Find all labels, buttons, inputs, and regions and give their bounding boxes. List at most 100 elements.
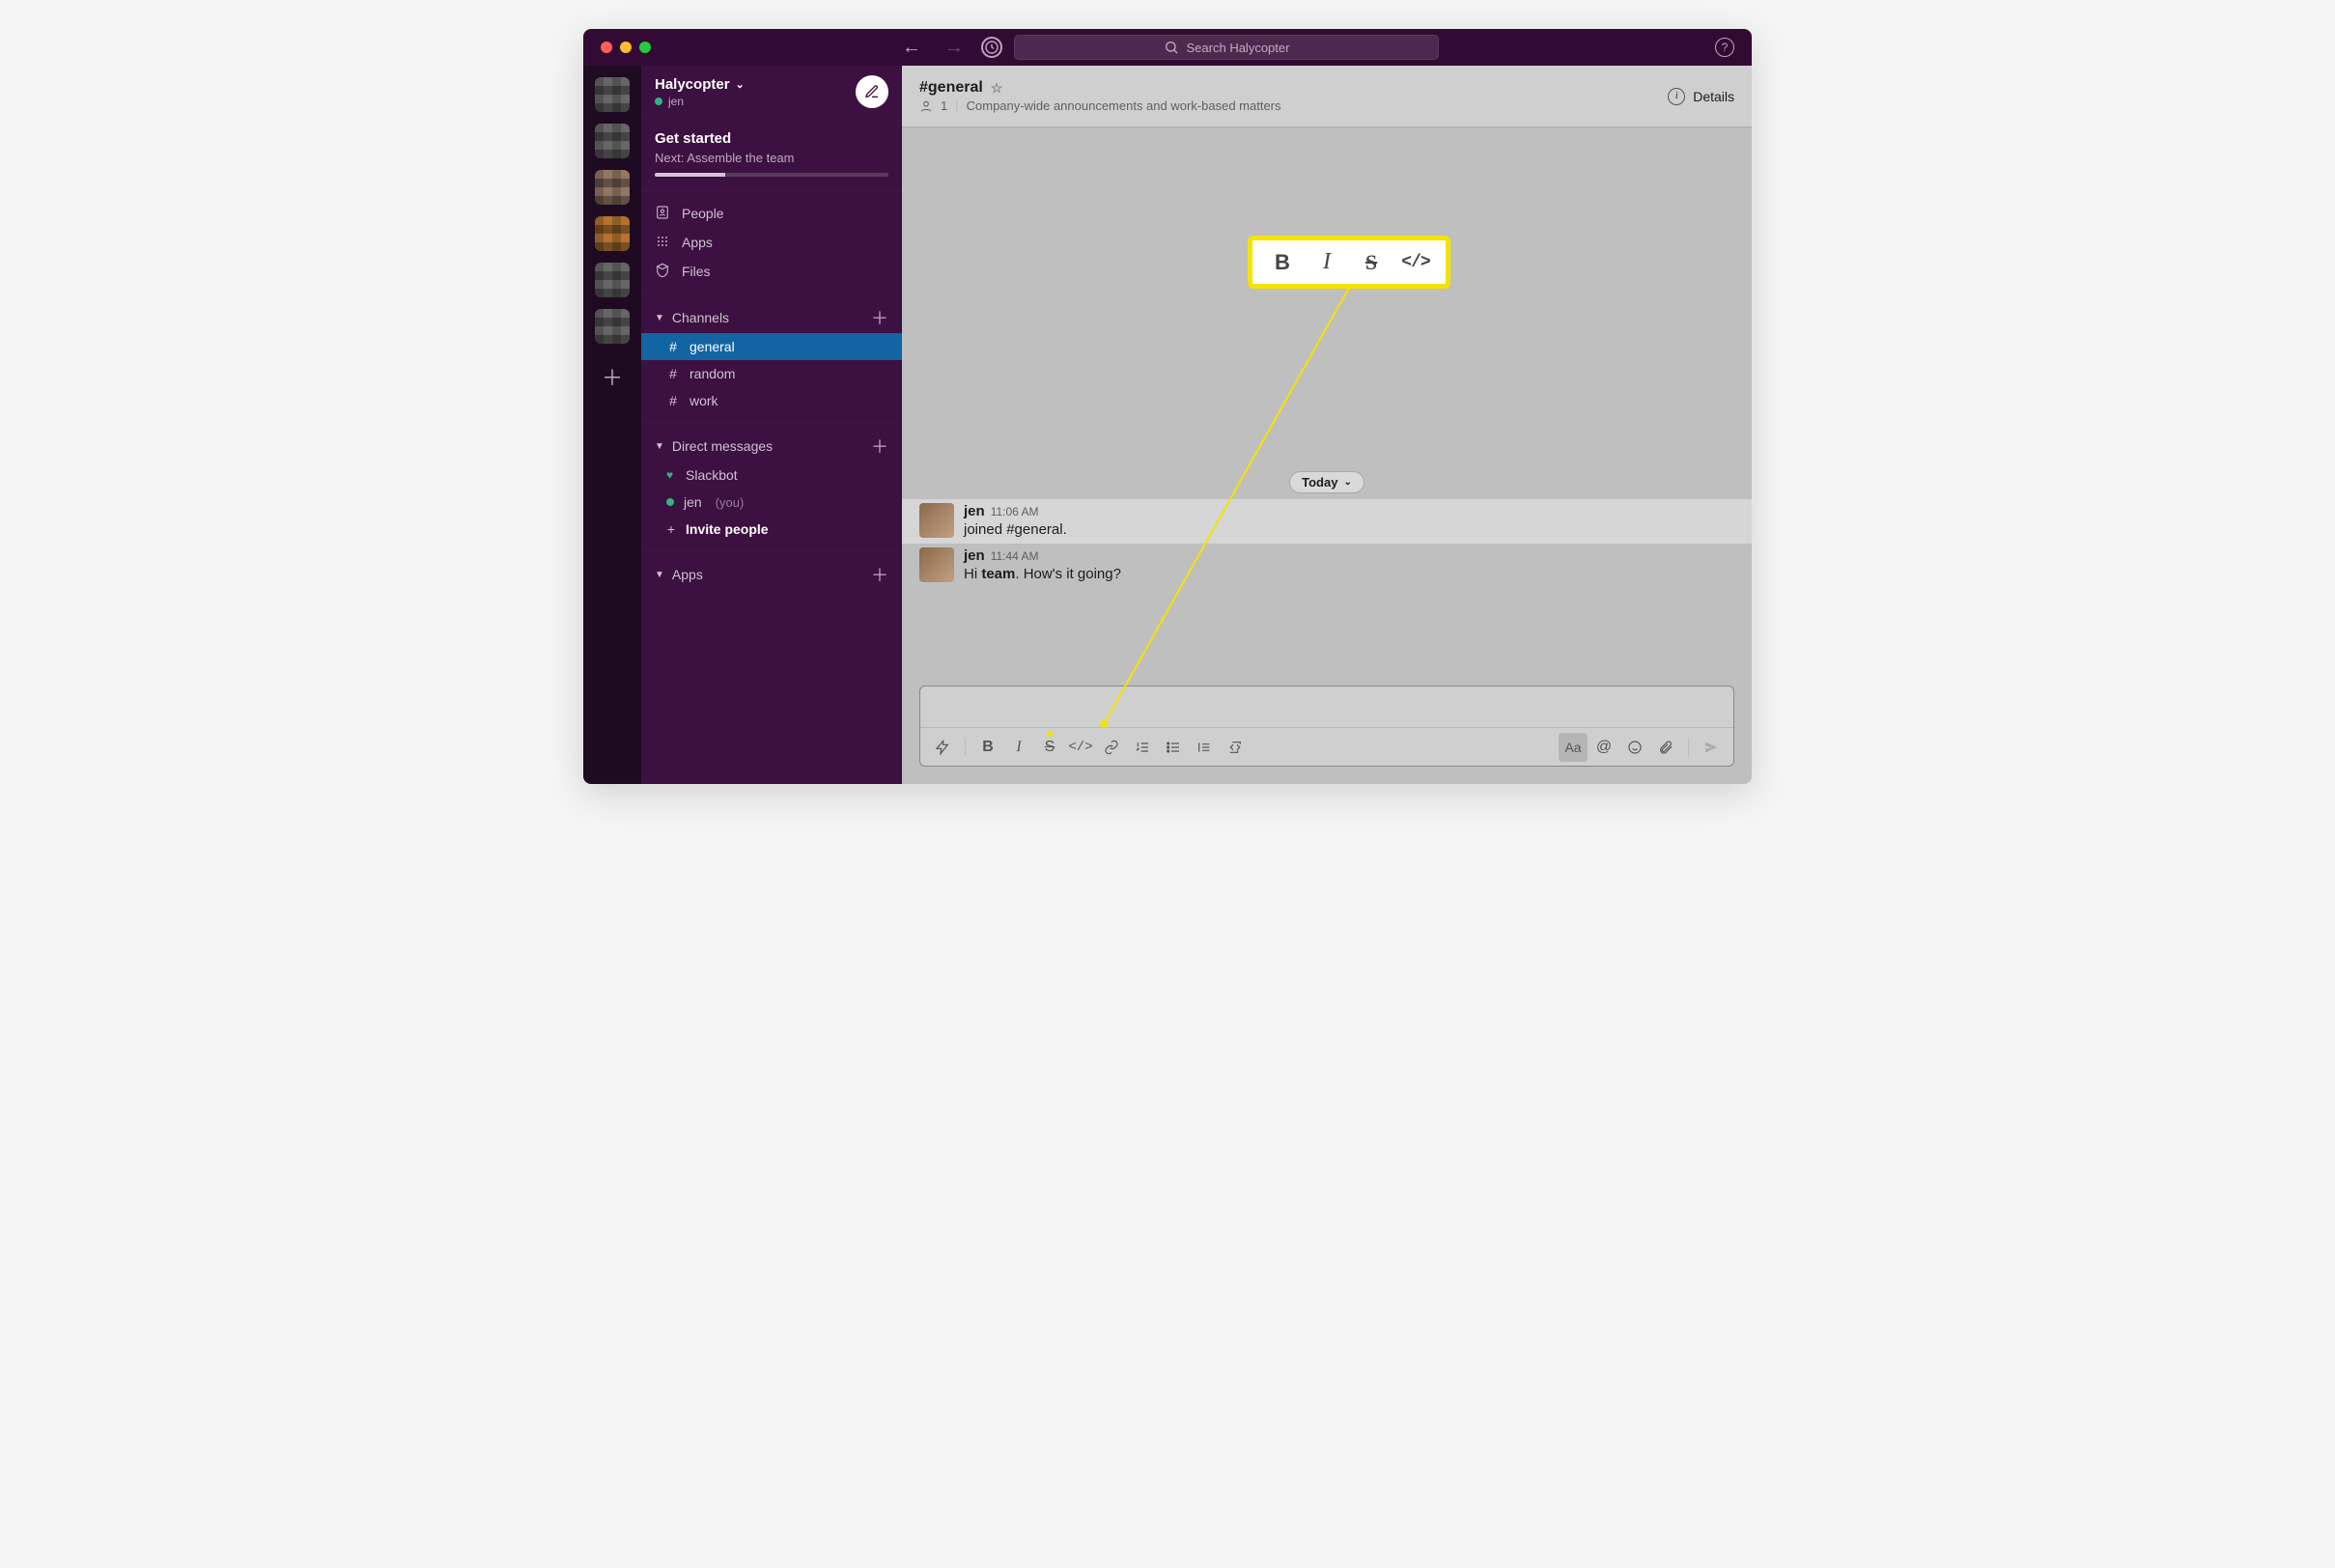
get-started-panel[interactable]: Get started Next: Assemble the team bbox=[641, 119, 902, 191]
channel-name-button[interactable]: #general ☆ bbox=[919, 79, 1281, 97]
formatting-callout: B I S </> bbox=[1248, 236, 1450, 289]
section-label: Channels bbox=[672, 310, 729, 325]
dm-label: jen bbox=[684, 494, 702, 510]
search-input[interactable]: Search Halycopter bbox=[1014, 35, 1439, 60]
date-divider[interactable]: Today ⌄ bbox=[1289, 471, 1364, 493]
emoji-button[interactable] bbox=[1620, 733, 1649, 762]
channel-topic[interactable]: Company-wide announcements and work-base… bbox=[967, 98, 1281, 113]
toggle-formatting-button[interactable]: Aa bbox=[1559, 733, 1588, 762]
add-dm-button[interactable]: ＋ bbox=[871, 434, 888, 459]
format-link-button[interactable] bbox=[1097, 733, 1126, 762]
callout-italic-icon: I bbox=[1312, 249, 1341, 275]
format-blockquote-button[interactable] bbox=[1190, 733, 1219, 762]
channels-header[interactable]: ▼ Channels ＋ bbox=[641, 302, 902, 333]
callout-bold-icon: B bbox=[1268, 250, 1297, 275]
format-bold-button[interactable]: B bbox=[973, 733, 1002, 762]
attach-button[interactable] bbox=[1651, 733, 1680, 762]
workspace-switch-3[interactable] bbox=[595, 170, 630, 205]
heart-icon: ♥ bbox=[666, 468, 676, 482]
presence-indicator bbox=[655, 98, 662, 105]
channel-name: #general bbox=[919, 79, 983, 97]
get-started-title: Get started bbox=[655, 130, 888, 147]
info-icon: i bbox=[1668, 88, 1685, 105]
add-workspace-button[interactable]: ＋ bbox=[602, 361, 623, 392]
apps-icon bbox=[655, 234, 670, 252]
caret-down-icon: ▼ bbox=[655, 313, 664, 323]
send-button[interactable] bbox=[1697, 733, 1726, 762]
channel-item-work[interactable]: # work bbox=[641, 387, 902, 414]
format-bullet-list-button[interactable] bbox=[1159, 733, 1188, 762]
member-count[interactable]: 1 bbox=[941, 98, 947, 113]
workspace-header[interactable]: Halycopter ⌄ jen bbox=[641, 66, 902, 119]
nav-forward-button[interactable]: → bbox=[939, 35, 970, 61]
window-zoom-button[interactable] bbox=[639, 42, 651, 53]
details-button[interactable]: i Details bbox=[1668, 88, 1734, 105]
sidebar-nav: People Apps Files bbox=[641, 191, 902, 294]
files-icon bbox=[655, 263, 670, 281]
format-italic-button[interactable]: I bbox=[1004, 733, 1033, 762]
avatar[interactable] bbox=[919, 547, 954, 582]
workspace-switch-2[interactable] bbox=[595, 124, 630, 158]
progress-fill bbox=[655, 173, 725, 177]
mention-button[interactable]: @ bbox=[1589, 733, 1618, 762]
window-minimize-button[interactable] bbox=[620, 42, 632, 53]
message-time: 11:06 AM bbox=[991, 505, 1039, 518]
dm-item-jen[interactable]: jen(you) bbox=[641, 489, 902, 516]
search-placeholder: Search Halycopter bbox=[1187, 41, 1290, 55]
lightning-shortcut-button[interactable] bbox=[928, 733, 957, 762]
chevron-down-icon: ⌄ bbox=[1343, 477, 1351, 488]
dm-section: ▼Direct messages ＋ ♥Slackbotjen(you) + I… bbox=[641, 423, 902, 551]
workspace-switch-1[interactable] bbox=[595, 77, 630, 112]
nav-back-button[interactable]: ← bbox=[896, 35, 927, 61]
sidebar-item-people[interactable]: People bbox=[641, 199, 902, 228]
format-codeblock-button[interactable] bbox=[1221, 733, 1250, 762]
chevron-down-icon: ⌄ bbox=[736, 78, 745, 91]
avatar[interactable] bbox=[919, 503, 954, 538]
workspace-switch-6[interactable] bbox=[595, 309, 630, 344]
apps-header[interactable]: ▼Apps ＋ bbox=[641, 559, 902, 590]
channel-item-general[interactable]: #general bbox=[641, 333, 902, 360]
compose-new-button[interactable] bbox=[856, 75, 888, 108]
message-row[interactable]: jen 11:06 AMjoined #general. bbox=[902, 499, 1752, 544]
history-button[interactable] bbox=[981, 37, 1002, 58]
search-icon bbox=[1164, 40, 1179, 55]
current-user: jen bbox=[668, 95, 684, 108]
date-label: Today bbox=[1302, 475, 1337, 490]
hash-icon: # bbox=[666, 393, 680, 408]
add-channel-button[interactable]: ＋ bbox=[871, 305, 888, 330]
sidebar-item-apps[interactable]: Apps bbox=[641, 228, 902, 257]
hash-icon: # bbox=[666, 366, 680, 381]
plus-icon: + bbox=[666, 521, 676, 537]
message-text: joined #general. bbox=[964, 519, 1067, 540]
message-sender[interactable]: jen bbox=[964, 503, 985, 519]
dm-header[interactable]: ▼Direct messages ＋ bbox=[641, 431, 902, 462]
people-icon bbox=[655, 205, 670, 223]
workspace-switch-5[interactable] bbox=[595, 263, 630, 297]
add-app-button[interactable]: ＋ bbox=[871, 562, 888, 587]
workspace-switch-4[interactable] bbox=[595, 216, 630, 251]
caret-down-icon: ▼ bbox=[655, 441, 664, 452]
dm-item-slackbot[interactable]: ♥Slackbot bbox=[641, 462, 902, 489]
message-input[interactable] bbox=[920, 686, 1733, 727]
progress-bar bbox=[655, 173, 888, 177]
callout-code-icon: </> bbox=[1401, 253, 1430, 272]
channel-item-random[interactable]: #random bbox=[641, 360, 902, 387]
star-icon[interactable]: ☆ bbox=[991, 80, 1003, 97]
nav-label: Files bbox=[682, 264, 711, 279]
format-code-button[interactable]: </> bbox=[1066, 733, 1095, 762]
format-strikethrough-button[interactable]: S bbox=[1035, 733, 1064, 762]
window-close-button[interactable] bbox=[601, 42, 612, 53]
channel-label: work bbox=[689, 393, 718, 408]
help-button[interactable]: ? bbox=[1715, 38, 1734, 57]
format-ordered-list-button[interactable] bbox=[1128, 733, 1157, 762]
message-sender[interactable]: jen bbox=[964, 547, 985, 564]
nav-label: People bbox=[682, 206, 724, 221]
channel-label: general bbox=[689, 339, 735, 354]
invite-people-button[interactable]: + Invite people bbox=[641, 516, 902, 543]
message-composer: B I S </> Aa @ bbox=[919, 686, 1734, 767]
message-row[interactable]: jen11:44 AMHi team. How's it going? bbox=[902, 544, 1752, 588]
section-label: Apps bbox=[672, 567, 703, 582]
presence-dot bbox=[666, 498, 674, 506]
sidebar-item-files[interactable]: Files bbox=[641, 257, 902, 286]
get-started-next: Next: Assemble the team bbox=[655, 151, 888, 165]
